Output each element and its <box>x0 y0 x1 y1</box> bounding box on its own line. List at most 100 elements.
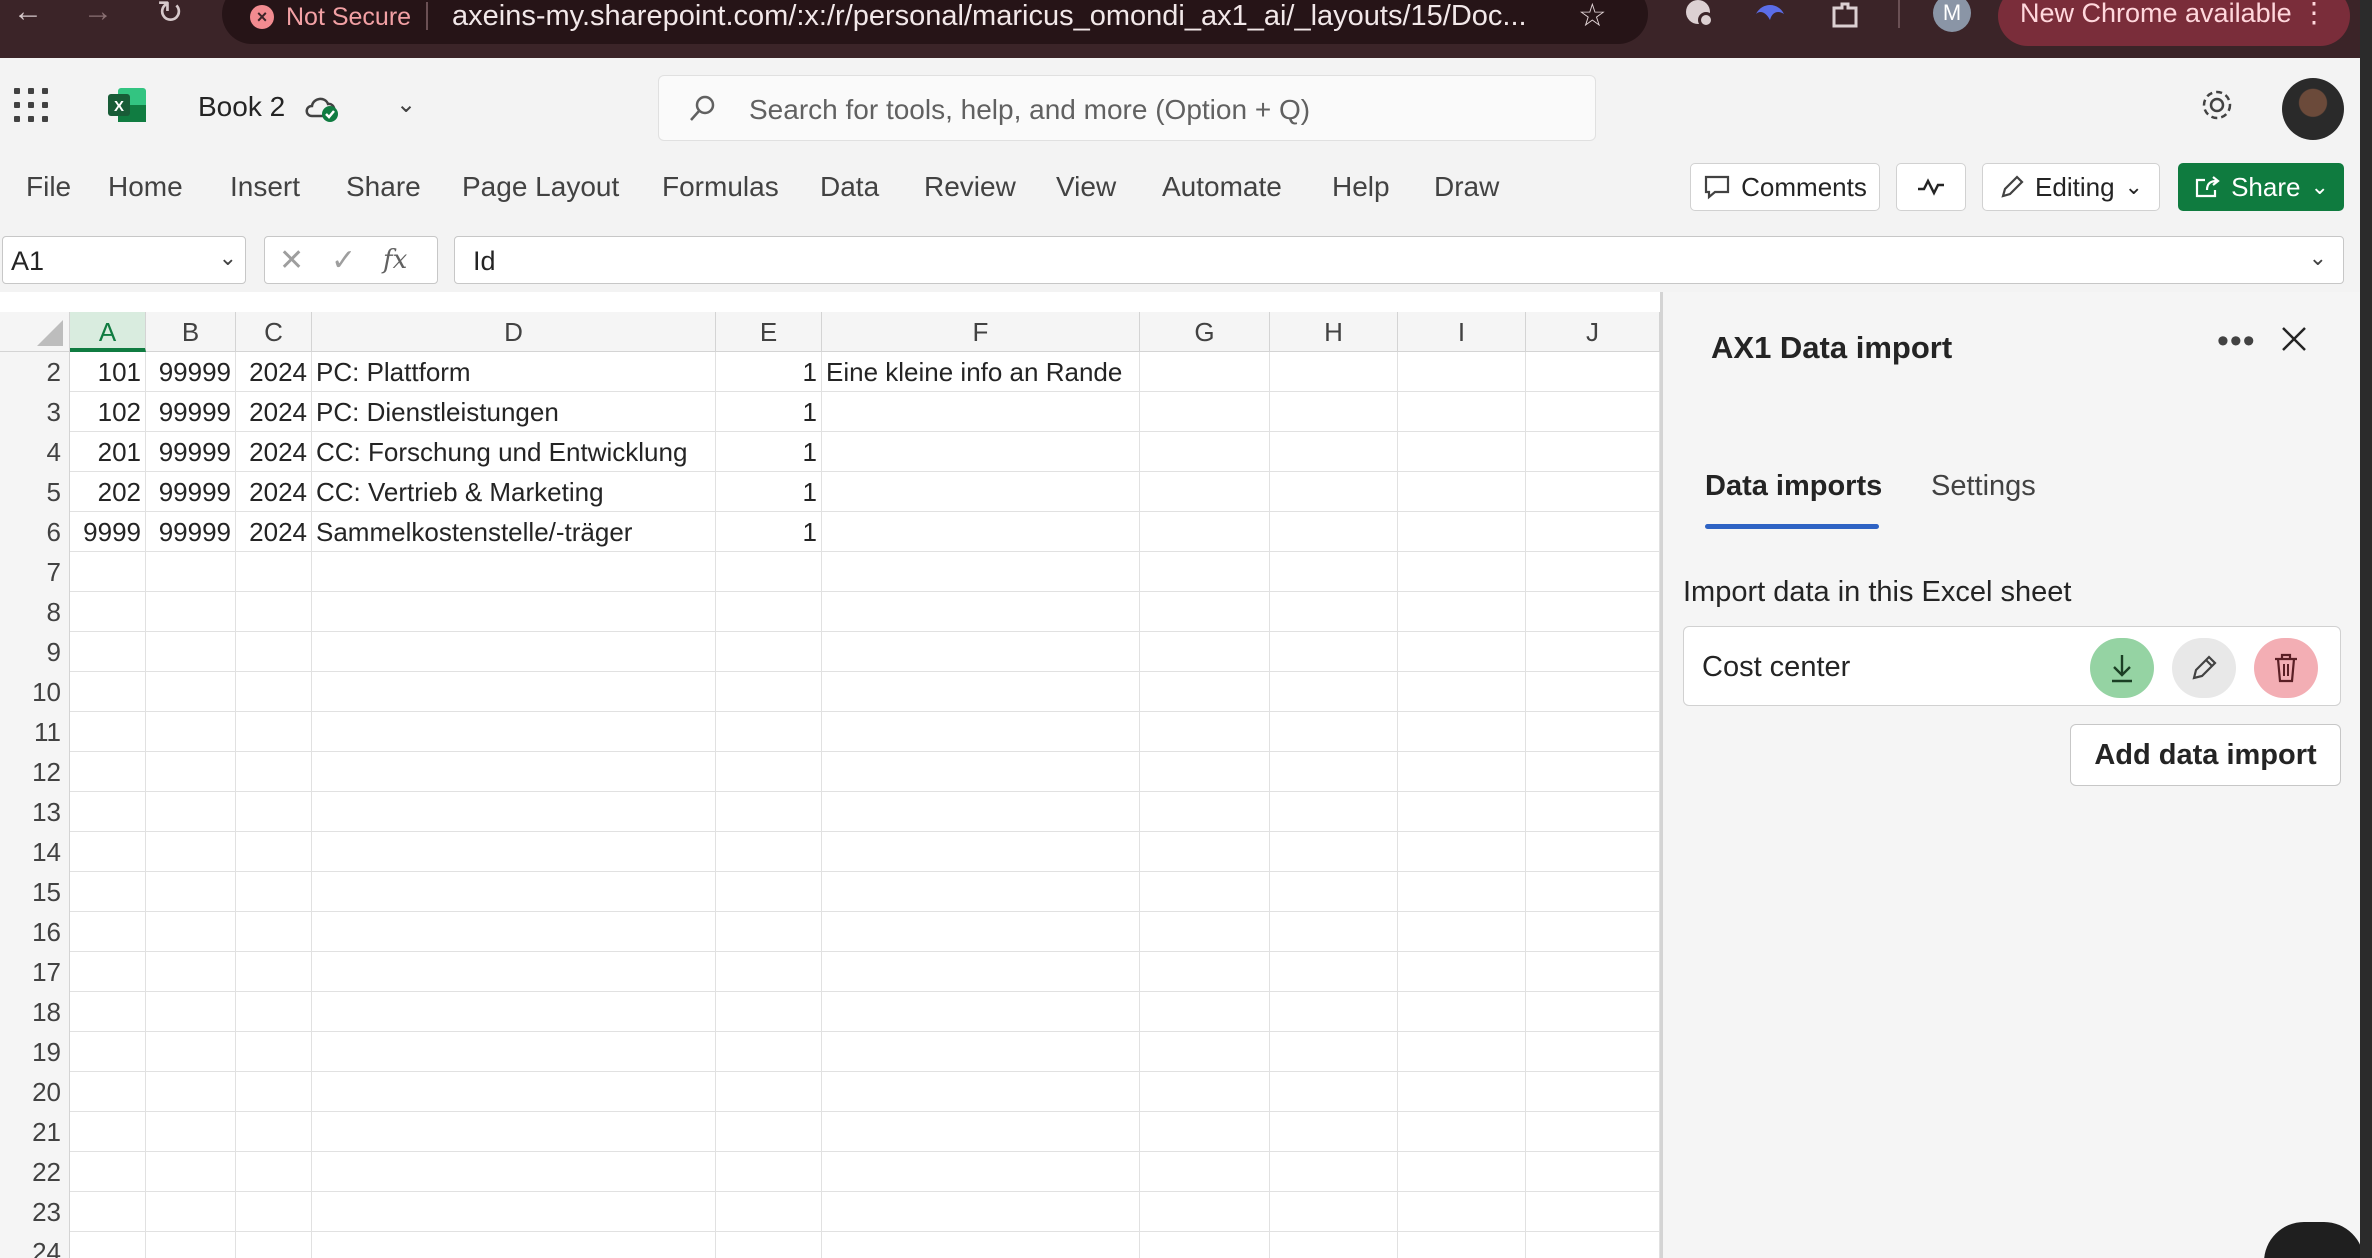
cell-i5[interactable] <box>1398 472 1526 512</box>
cell-d7[interactable] <box>312 552 716 592</box>
cell-c17[interactable] <box>236 952 312 992</box>
cell-j9[interactable] <box>1526 632 1660 672</box>
cell-g5[interactable] <box>1140 472 1270 512</box>
cell-e12[interactable] <box>716 752 822 792</box>
cell-c9[interactable] <box>236 632 312 672</box>
cell-a13[interactable] <box>70 792 146 832</box>
row-header[interactable]: 14 <box>0 832 70 872</box>
cell-a8[interactable] <box>70 592 146 632</box>
cell-i14[interactable] <box>1398 832 1526 872</box>
cell-j22[interactable] <box>1526 1152 1660 1192</box>
cell-g21[interactable] <box>1140 1112 1270 1152</box>
cell-e16[interactable] <box>716 912 822 952</box>
security-indicator[interactable]: × Not Secure <box>250 0 411 34</box>
column-header-h[interactable]: H <box>1270 312 1398 352</box>
cell-d13[interactable] <box>312 792 716 832</box>
cell-h8[interactable] <box>1270 592 1398 632</box>
cell-f8[interactable] <box>822 592 1140 632</box>
cell-g4[interactable] <box>1140 432 1270 472</box>
cell-h3[interactable] <box>1270 392 1398 432</box>
tab-data[interactable]: Data <box>820 171 879 203</box>
excel-logo-icon[interactable]: X <box>106 86 148 124</box>
cell-e4[interactable]: 1 <box>716 432 822 472</box>
cell-f12[interactable] <box>822 752 1140 792</box>
cell-a23[interactable] <box>70 1192 146 1232</box>
cell-d3[interactable]: PC: Dienstleistungen <box>312 392 716 432</box>
cell-c19[interactable] <box>236 1032 312 1072</box>
cell-g17[interactable] <box>1140 952 1270 992</box>
cell-d18[interactable] <box>312 992 716 1032</box>
tab-draw[interactable]: Draw <box>1434 171 1499 203</box>
cell-a3[interactable]: 102 <box>70 392 146 432</box>
cell-h11[interactable] <box>1270 712 1398 752</box>
cell-i19[interactable] <box>1398 1032 1526 1072</box>
cell-b3[interactable]: 99999 <box>146 392 236 432</box>
cell-e8[interactable] <box>716 592 822 632</box>
name-box-chevron-down-icon[interactable]: ⌄ <box>219 245 237 271</box>
cell-h17[interactable] <box>1270 952 1398 992</box>
user-avatar[interactable] <box>2282 78 2344 140</box>
cell-a16[interactable] <box>70 912 146 952</box>
formula-input[interactable]: Id ⌄ <box>454 236 2344 284</box>
row-header[interactable]: 19 <box>0 1032 70 1072</box>
cell-g7[interactable] <box>1140 552 1270 592</box>
cell-h7[interactable] <box>1270 552 1398 592</box>
cell-e15[interactable] <box>716 872 822 912</box>
cell-c10[interactable] <box>236 672 312 712</box>
row-header[interactable]: 5 <box>0 472 70 512</box>
cell-g3[interactable] <box>1140 392 1270 432</box>
address-bar[interactable]: × Not Secure axeins-my.sharepoint.com/:x… <box>222 0 1648 44</box>
cell-f3[interactable] <box>822 392 1140 432</box>
cell-h19[interactable] <box>1270 1032 1398 1072</box>
cell-c14[interactable] <box>236 832 312 872</box>
cell-a7[interactable] <box>70 552 146 592</box>
cell-d22[interactable] <box>312 1152 716 1192</box>
tab-settings[interactable]: Settings <box>1931 470 2036 503</box>
cell-i18[interactable] <box>1398 992 1526 1032</box>
cell-f24[interactable] <box>822 1232 1140 1258</box>
download-import-button[interactable] <box>2090 638 2154 698</box>
cell-d9[interactable] <box>312 632 716 672</box>
profile-avatar[interactable]: M <box>1933 0 1971 32</box>
row-header[interactable]: 4 <box>0 432 70 472</box>
delete-import-button[interactable] <box>2254 638 2318 698</box>
cell-a20[interactable] <box>70 1072 146 1112</box>
cell-g16[interactable] <box>1140 912 1270 952</box>
cell-f9[interactable] <box>822 632 1140 672</box>
cell-a14[interactable] <box>70 832 146 872</box>
cell-b22[interactable] <box>146 1152 236 1192</box>
cell-e3[interactable]: 1 <box>716 392 822 432</box>
column-header-g[interactable]: G <box>1140 312 1270 352</box>
cell-j3[interactable] <box>1526 392 1660 432</box>
tab-automate[interactable]: Automate <box>1162 171 1282 203</box>
cell-b14[interactable] <box>146 832 236 872</box>
cell-d17[interactable] <box>312 952 716 992</box>
cell-f17[interactable] <box>822 952 1140 992</box>
cell-d24[interactable] <box>312 1232 716 1258</box>
row-header[interactable]: 16 <box>0 912 70 952</box>
gear-icon[interactable] <box>2198 86 2236 124</box>
bookmark-star-icon[interactable]: ☆ <box>1578 0 1607 34</box>
row-header[interactable]: 13 <box>0 792 70 832</box>
cell-c18[interactable] <box>236 992 312 1032</box>
cell-b10[interactable] <box>146 672 236 712</box>
comments-button[interactable]: Comments <box>1690 163 1880 211</box>
cell-c15[interactable] <box>236 872 312 912</box>
cell-g2[interactable] <box>1140 352 1270 392</box>
cell-j20[interactable] <box>1526 1072 1660 1112</box>
tab-share[interactable]: Share <box>346 171 421 203</box>
column-header-c[interactable]: C <box>236 312 312 352</box>
cell-i2[interactable] <box>1398 352 1526 392</box>
cell-j19[interactable] <box>1526 1032 1660 1072</box>
cell-g23[interactable] <box>1140 1192 1270 1232</box>
cell-f19[interactable] <box>822 1032 1140 1072</box>
cell-g18[interactable] <box>1140 992 1270 1032</box>
column-header-d[interactable]: D <box>312 312 716 352</box>
tab-page-layout[interactable]: Page Layout <box>462 171 619 203</box>
cell-e13[interactable] <box>716 792 822 832</box>
cell-d21[interactable] <box>312 1112 716 1152</box>
cell-g14[interactable] <box>1140 832 1270 872</box>
cell-h16[interactable] <box>1270 912 1398 952</box>
back-arrow-icon[interactable]: ← <box>8 0 48 30</box>
cell-c22[interactable] <box>236 1152 312 1192</box>
